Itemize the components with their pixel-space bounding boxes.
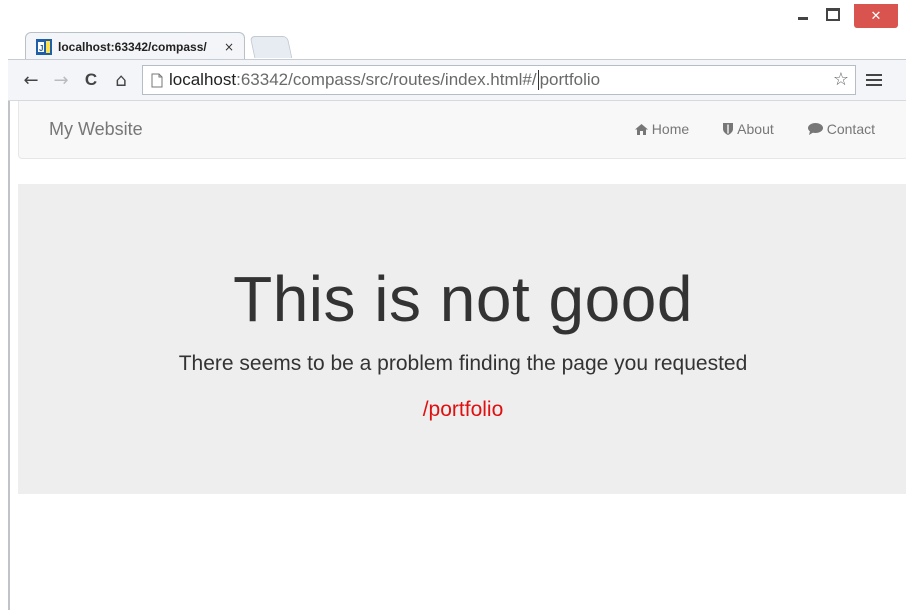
site-brand[interactable]: My Website [49, 119, 143, 140]
minimize-button[interactable] [788, 4, 818, 24]
url-host: localhost [169, 70, 237, 89]
nav-link-about[interactable]: About [723, 121, 774, 137]
page-viewport: My Website Home About Contact This is no… [8, 101, 906, 610]
new-tab-button[interactable] [249, 36, 293, 58]
reload-icon: C [84, 70, 98, 89]
error-jumbotron: This is not good There seems to be a pro… [18, 184, 906, 494]
maximize-icon [826, 7, 840, 21]
nav-link-label: Home [651, 121, 690, 137]
nav-links: Home About Contact [634, 121, 875, 137]
tab-title: localhost:63342/compass/ [58, 39, 207, 54]
url-fragment: portfolio [539, 70, 601, 89]
close-icon: ✕ [870, 8, 882, 24]
nav-link-label: About [737, 121, 774, 137]
requested-path: /portfolio [422, 398, 504, 421]
minimize-icon [798, 16, 808, 20]
comment-icon [807, 123, 823, 135]
error-message: There seems to be a problem finding the … [178, 352, 748, 375]
forward-arrow-icon: → [53, 69, 69, 91]
text-caret [537, 70, 539, 90]
page-icon [151, 73, 163, 88]
menu-icon[interactable] [866, 74, 886, 86]
webstorm-icon: J [36, 38, 52, 55]
browser-toolbar: ← → C ⌂ localhost:63342/compass/src/rout… [8, 59, 906, 101]
nav-link-label: Contact [826, 121, 875, 137]
svg-text:J: J [39, 44, 43, 53]
reload-button[interactable]: C [78, 67, 104, 93]
tab-close-icon[interactable]: × [224, 40, 234, 54]
forward-button[interactable]: → [48, 67, 74, 93]
bookmark-star-icon[interactable]: ☆ [833, 69, 849, 90]
home-icon [634, 123, 648, 135]
home-button[interactable]: ⌂ [108, 67, 134, 93]
back-button[interactable]: ← [18, 67, 44, 93]
back-arrow-icon: ← [23, 69, 39, 91]
address-bar[interactable]: localhost:63342/compass/src/routes/index… [142, 65, 856, 95]
nav-link-home[interactable]: Home [634, 121, 690, 137]
window-controls: ✕ [788, 4, 898, 28]
site-navbar: My Website Home About Contact [18, 101, 906, 159]
url-path: :63342/compass/src/routes/index.html#/ [236, 70, 537, 89]
maximize-button[interactable] [818, 4, 848, 24]
close-window-button[interactable]: ✕ [854, 4, 898, 28]
home-icon: ⌂ [115, 69, 127, 91]
error-headline: This is not good [233, 263, 693, 335]
browser-tab[interactable]: J localhost:63342/compass/ × [25, 32, 245, 60]
browser-titlebar: J localhost:63342/compass/ × ✕ [0, 0, 906, 60]
shield-icon [723, 123, 734, 135]
nav-link-contact[interactable]: Contact [807, 121, 875, 137]
